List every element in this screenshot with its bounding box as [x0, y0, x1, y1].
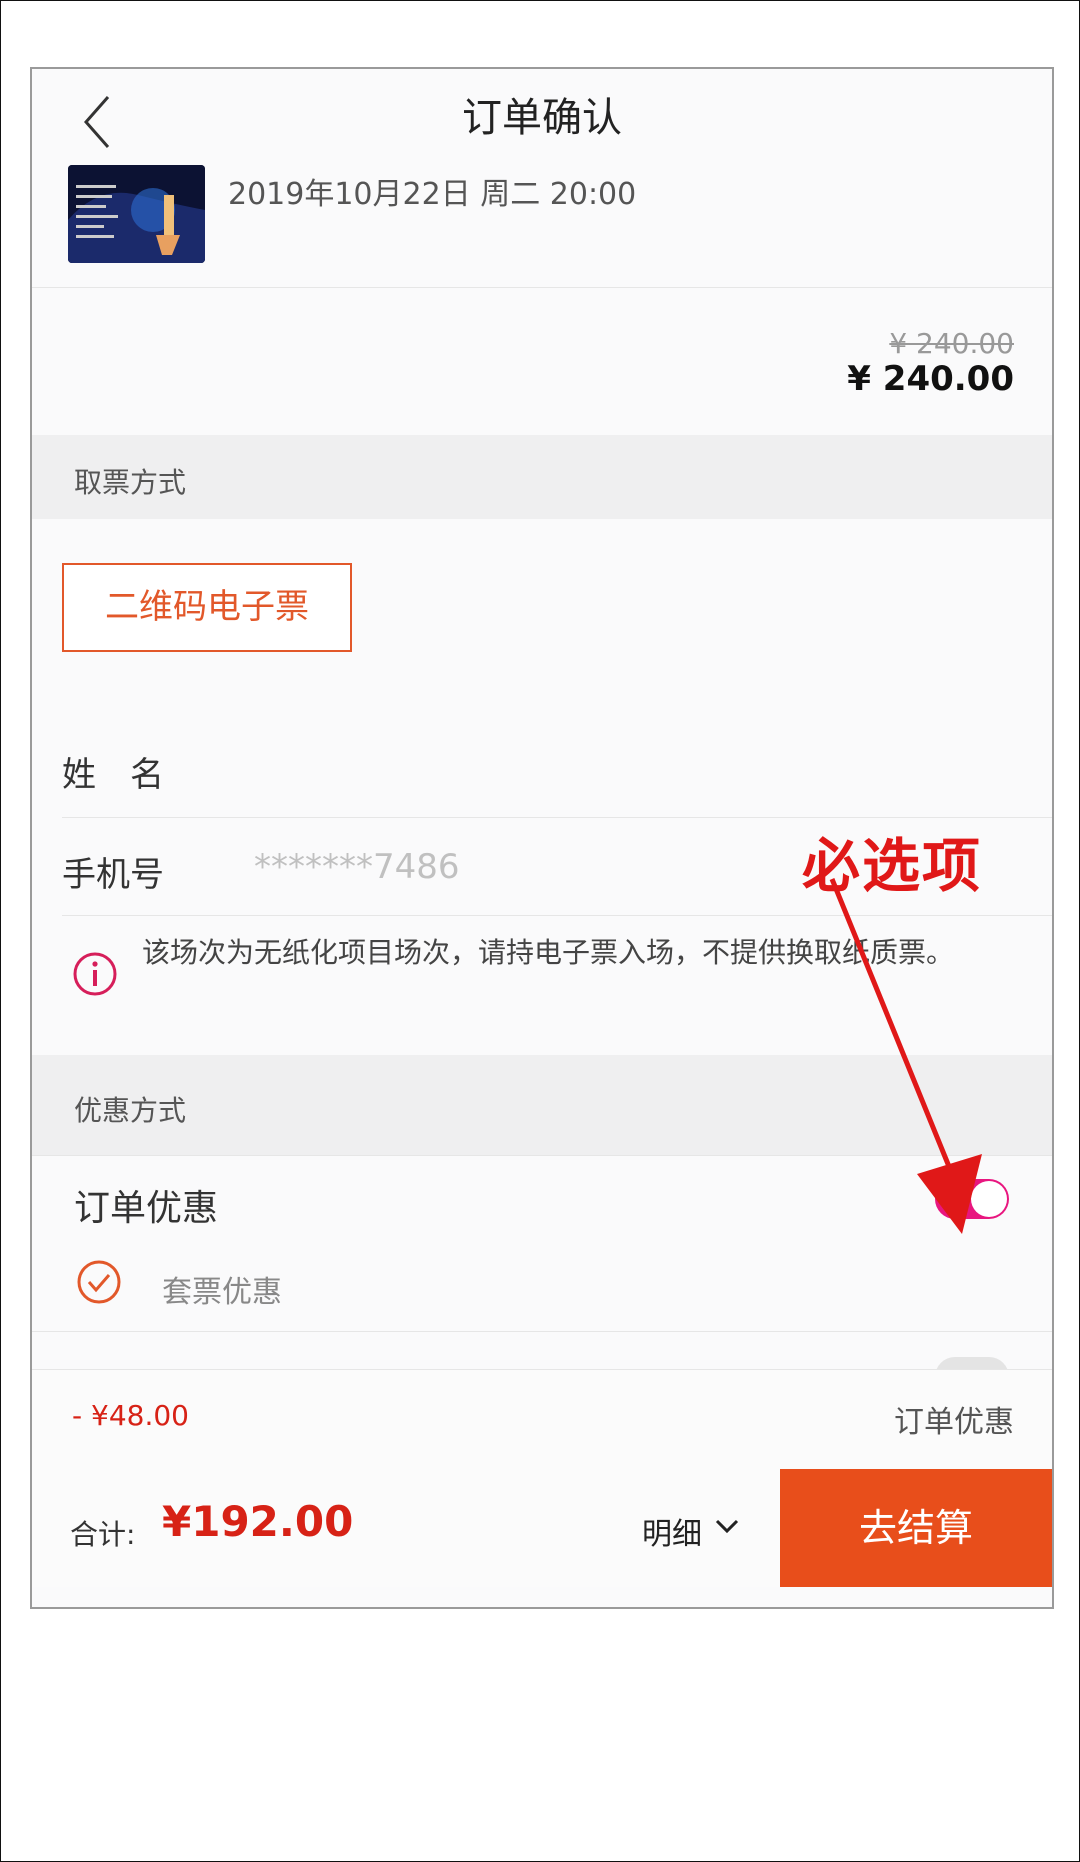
event-datetime: 2019年10月22日 周二 20:00 [228, 177, 637, 212]
qr-eticket-option[interactable]: 二维码电子票 [62, 563, 352, 652]
discount-section-title: 优惠方式 [74, 1094, 187, 1127]
phone-value: *******7486 [254, 847, 460, 887]
discount-amount-label: 订单优惠 [894, 1405, 1014, 1440]
original-price: ¥ 240.00 [889, 327, 1014, 360]
divider [32, 1331, 1052, 1332]
chevron-down-icon[interactable] [712, 1511, 742, 1545]
order-discount-label: 订单优惠 [74, 1188, 219, 1229]
package-discount-label: 套票优惠 [162, 1275, 282, 1310]
name-label: 姓 名 [62, 755, 164, 795]
discount-amount: - ¥48.00 [72, 1399, 189, 1432]
info-icon [72, 951, 118, 1001]
divider [32, 287, 1052, 288]
annotation-arrow-icon [812, 869, 1002, 1253]
checkout-button[interactable]: 去结算 [780, 1469, 1052, 1587]
detail-toggle[interactable]: 明细 [642, 1509, 702, 1553]
check-circle-icon[interactable] [76, 1259, 122, 1309]
phone-label: 手机号 [62, 855, 164, 895]
total-label: 合计: [70, 1518, 136, 1551]
event-poster[interactable] [68, 165, 205, 263]
total-amount: ¥192.00 [162, 1497, 354, 1546]
pickup-section-title: 取票方式 [74, 466, 187, 499]
current-price: ¥ 240.00 [847, 359, 1014, 399]
page-title: 订单确认 [462, 95, 622, 141]
pickup-section-header: 取票方式 [32, 435, 1052, 519]
app-screen: 订单确认 2019年10月22日 周二 20:00 ¥ 240.00 ¥ 240… [30, 67, 1054, 1609]
divider [62, 817, 1052, 818]
